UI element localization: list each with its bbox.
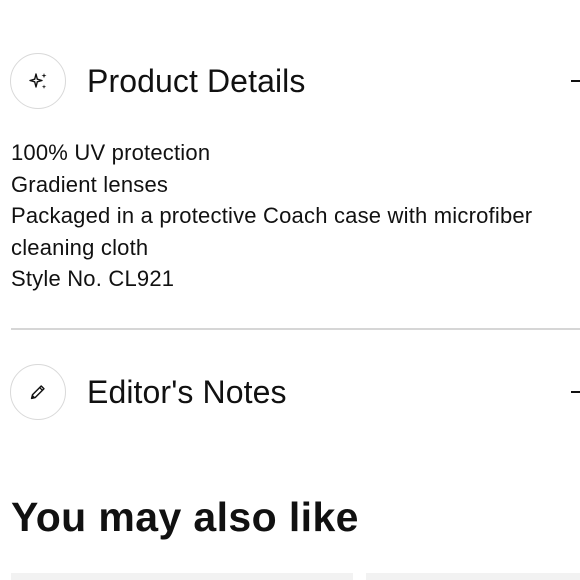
detail-line: cleaning cloth [11,234,149,260]
editors-notes-title: Editor's Notes [87,374,287,410]
recommendation-card[interactable] [366,573,580,580]
editors-notes-collapse-icon[interactable] [571,391,580,393]
sparkles-icon [10,53,66,109]
detail-line: Style No. CL921 [11,266,175,291]
product-details-content: 100% UV protection Gradient lenses Packa… [11,137,580,295]
editors-notes-header[interactable]: Editor's Notes [0,362,580,422]
detail-line: 100% UV protection [11,140,211,165]
product-details-collapse-icon[interactable] [571,80,580,82]
you-may-also-like-heading: You may also like [11,494,359,540]
section-divider [11,328,580,330]
recommendation-card[interactable] [11,573,353,580]
product-page: Product Details 100% UV protection Gradi… [0,0,580,580]
pencil-icon [10,364,66,420]
detail-line: Packaged in a protective Coach case with… [11,203,533,228]
product-details-header[interactable]: Product Details [0,51,580,111]
product-details-title: Product Details [87,63,306,99]
detail-line: Gradient lenses [11,171,169,197]
